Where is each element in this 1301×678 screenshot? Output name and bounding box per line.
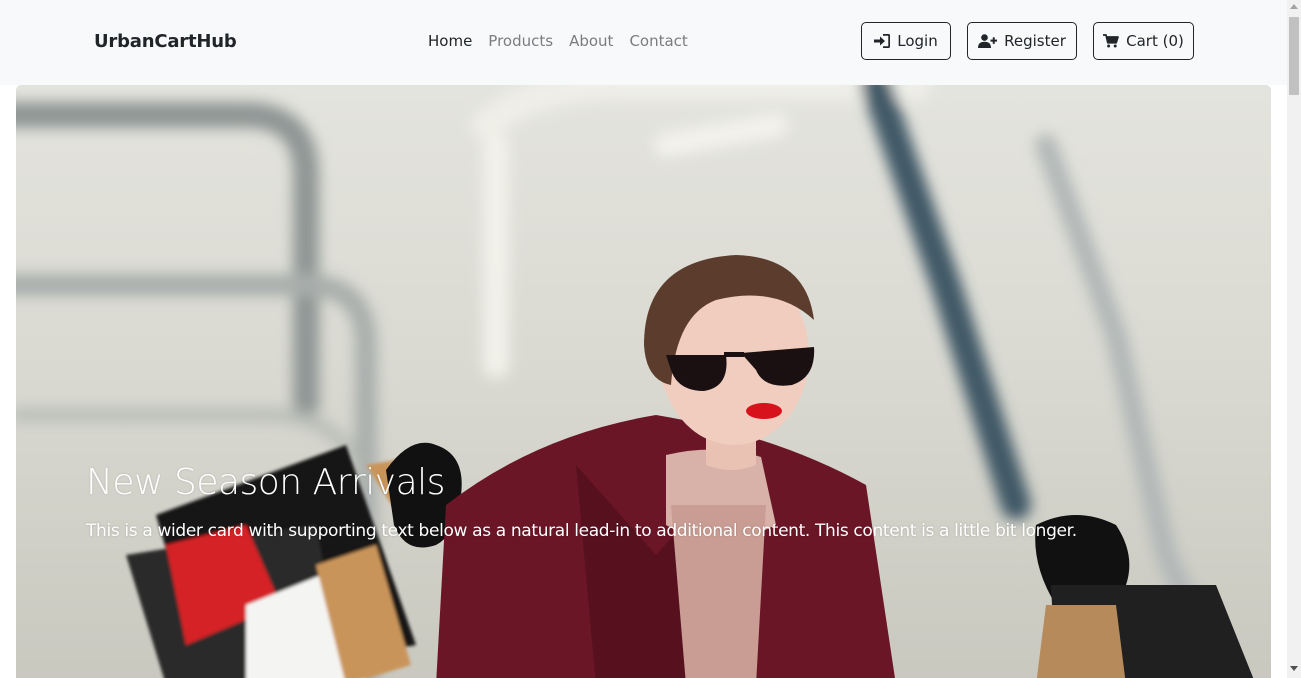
hero-card: New Season Arrivals This is a wider card… — [16, 85, 1271, 678]
sign-in-icon — [874, 34, 891, 48]
nav-links: Home Products About Contact — [428, 32, 688, 50]
nav-link-about[interactable]: About — [569, 32, 613, 50]
login-label: Login — [897, 32, 938, 50]
hero-title: New Season Arrivals — [86, 462, 445, 503]
register-button[interactable]: Register — [967, 22, 1077, 60]
user-plus-icon — [978, 34, 998, 48]
login-button[interactable]: Login — [861, 22, 951, 60]
brand-logo[interactable]: UrbanCartHub — [94, 31, 237, 52]
shopping-cart-icon — [1103, 34, 1119, 48]
hero-text: This is a wider card with supporting tex… — [86, 521, 1077, 541]
scrollbar[interactable] — [1287, 0, 1301, 678]
nav-link-home[interactable]: Home — [428, 32, 472, 50]
cart-button[interactable]: Cart (0) — [1093, 22, 1194, 60]
scroll-down-arrow-icon[interactable] — [1290, 666, 1298, 671]
scroll-thumb[interactable] — [1289, 17, 1299, 95]
nav-link-contact[interactable]: Contact — [629, 32, 687, 50]
scroll-up-arrow-icon[interactable] — [1290, 4, 1298, 9]
hero-image — [16, 85, 1271, 678]
navbar: UrbanCartHub Home Products About Contact… — [0, 0, 1287, 85]
cart-label: Cart (0) — [1126, 32, 1184, 50]
nav-link-products[interactable]: Products — [488, 32, 553, 50]
register-label: Register — [1004, 32, 1066, 50]
